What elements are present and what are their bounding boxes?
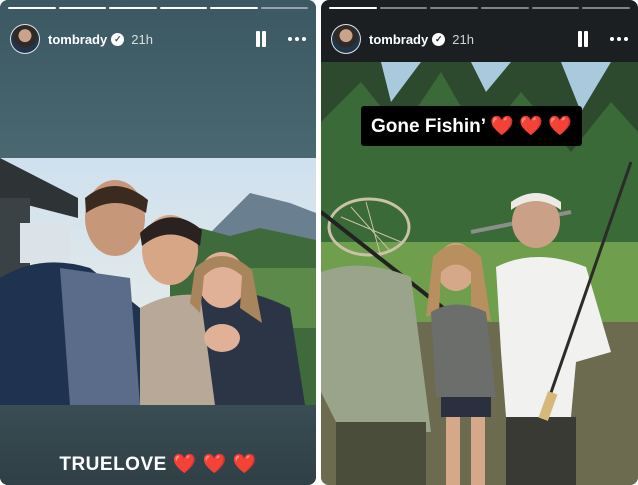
story-progress-bar [8,7,308,9]
more-options-icon[interactable] [610,37,628,41]
more-options-icon[interactable] [288,37,306,41]
avatar[interactable] [10,24,40,54]
story-header: tombrady ✓ 21h [331,22,628,56]
story-progress-bar [329,7,631,9]
verified-badge-icon: ✓ [111,32,125,46]
progress-segment [430,7,479,9]
username[interactable]: tombrady [369,32,428,47]
progress-segment [260,7,308,9]
story-left[interactable]: tombrady ✓ 21h TRUELOVE ❤️ ❤️ ❤️ [0,0,316,485]
pause-icon[interactable] [576,31,590,47]
timestamp: 21h [131,31,153,47]
progress-segment [329,7,377,9]
progress-segment [58,7,106,9]
progress-segment [481,7,529,9]
pause-icon[interactable] [254,31,268,47]
story-header: tombrady ✓ 21h [10,22,306,56]
username[interactable]: tombrady [48,32,107,47]
story-caption: Gone Fishin’ ❤️ ❤️ ❤️ [361,106,582,146]
timestamp: 21h [452,31,474,47]
avatar[interactable] [331,24,361,54]
progress-segment [159,7,207,9]
stories-screenshot: tombrady ✓ 21h TRUELOVE ❤️ ❤️ ❤️ tombrad… [0,0,638,485]
story-right[interactable]: tombrady ✓ 21h Gone Fishin’ ❤️ ❤️ ❤️ [321,0,638,485]
progress-segment [109,7,157,9]
story-caption: TRUELOVE ❤️ ❤️ ❤️ [0,452,316,476]
verified-badge-icon: ✓ [432,32,446,46]
progress-segment [379,7,428,9]
progress-segment [8,7,56,9]
heart-emojis: ❤️ ❤️ ❤️ [490,116,572,137]
progress-segment [582,7,631,9]
progress-segment [531,7,580,9]
story-photo-family [0,158,316,405]
progress-segment [210,7,258,9]
caption-text: TRUELOVE [59,454,167,475]
caption-text: Gone Fishin’ [371,116,486,137]
heart-emojis: ❤️ ❤️ ❤️ [172,454,257,475]
